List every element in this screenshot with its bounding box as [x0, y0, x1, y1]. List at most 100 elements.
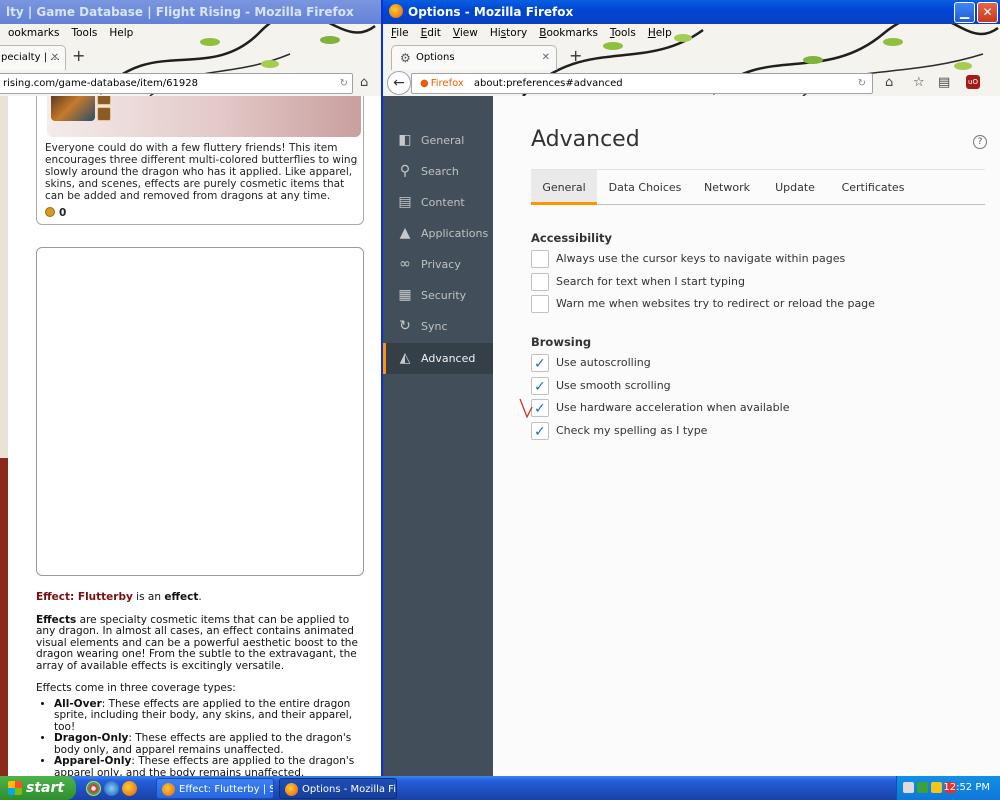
browsing-heading: Browsing [531, 335, 592, 349]
annotation-mark [519, 398, 533, 419]
reload-icon[interactable]: ↻ [340, 74, 348, 93]
left-window-title: lty | Game Database | Flight Rising - Mo… [6, 5, 354, 19]
clock[interactable]: 12:52 PM [943, 776, 990, 800]
game-database-page: Everyone could do with a few fluttery fr… [8, 96, 381, 776]
close-tab-icon[interactable]: ✕ [542, 46, 550, 70]
new-tab-button[interactable]: + [569, 45, 582, 67]
identity-label[interactable]: Firefox [431, 78, 464, 89]
taskbar-button-effect[interactable]: Effect: Flutterby | Sp... [156, 778, 274, 799]
effect-intro: Effect: Flutterby is an effect. [36, 591, 370, 604]
effect-word: effect [164, 591, 199, 603]
menu-file[interactable]: File [391, 24, 409, 42]
effect-name-link[interactable]: Effect: Flutterby [36, 591, 133, 603]
checkbox-box[interactable] [531, 354, 549, 374]
options-url-bar[interactable]: ● Firefox about:preferences#advanced ↻ [411, 73, 873, 94]
checkbox-spelling[interactable]: Check my spelling as I type [531, 421, 707, 442]
gear-icon: ⚙ [400, 51, 411, 65]
category-applications[interactable]: ▲ Applications [383, 218, 493, 249]
warning-icon[interactable] [931, 782, 942, 793]
menu-help[interactable]: Help [109, 24, 133, 42]
tab-options[interactable]: ⚙ Options ✕ [391, 45, 557, 70]
checkbox-smooth-scrolling[interactable]: Use smooth scrolling [531, 376, 671, 397]
left-page-content: Everyone could do with a few fluttery fr… [0, 96, 381, 776]
left-nav-bar: rising.com/game-database/item/61928 ↻ ⌂ [0, 70, 381, 96]
document-icon: ▤ [398, 194, 412, 210]
system-tray: 12:52 PM [896, 776, 1000, 800]
menu-help[interactable]: Help [648, 24, 672, 42]
category-sync[interactable]: ↻ Sync [383, 311, 493, 342]
category-advanced[interactable]: ◭ Advanced [383, 343, 493, 374]
options-window-title: Options - Mozilla Firefox [408, 5, 574, 19]
item-description: Everyone could do with a few fluttery fr… [45, 142, 358, 202]
tab-specialty[interactable]: pecialty | ... ✕ [0, 45, 66, 70]
checkbox-autoscrolling[interactable]: Use autoscrolling [531, 353, 651, 374]
left-title-bar[interactable]: lty | Game Database | Flight Rising - Mo… [0, 0, 381, 24]
chrome-icon[interactable] [86, 781, 101, 796]
menu-history[interactable]: History [490, 24, 527, 42]
menu-bookmarks[interactable]: ookmarks [8, 24, 59, 42]
item-mini-icon [97, 96, 111, 105]
advanced-tabs: General Data Choices Network Update Cert… [531, 169, 985, 205]
checkbox-cursor-keys[interactable]: Always use the cursor keys to navigate w… [531, 249, 845, 269]
shield-icon[interactable] [917, 782, 928, 793]
category-general[interactable]: ◧ General [383, 125, 493, 156]
list-item: All-Over: These effects are applied to t… [54, 698, 370, 734]
help-icon[interactable]: ? [973, 135, 987, 149]
checkbox-box[interactable] [531, 295, 549, 313]
checkbox-box[interactable] [531, 250, 549, 268]
tab-network[interactable]: Network [695, 170, 759, 205]
coverage-type: Dragon-Only [54, 732, 129, 744]
tab-data-choices[interactable]: Data Choices [603, 170, 687, 205]
bookmark-star-icon[interactable]: ☆ [913, 74, 925, 92]
tab-general[interactable]: General [531, 170, 597, 205]
checkbox-search-typing[interactable]: Search for text when I start typing [531, 272, 745, 292]
accessibility-heading: Accessibility [531, 231, 613, 245]
list-item: Dragon-Only: These effects are applied t… [54, 732, 370, 756]
checkbox-warn-redirect[interactable]: Warn me when websites try to redirect or… [531, 294, 875, 314]
taskbar-button-options[interactable]: Options - Mozilla Firefox [279, 778, 397, 799]
new-tab-button[interactable]: + [72, 45, 85, 67]
item-mini-icon [97, 107, 111, 121]
network-icon[interactable] [903, 782, 914, 793]
checkbox-box[interactable] [531, 399, 549, 419]
effect-article: Effect: Flutterby is an effect. Effects … [36, 591, 370, 776]
close-window-button[interactable]: ✕ [977, 2, 998, 23]
back-button[interactable]: ← [387, 71, 411, 95]
category-content[interactable]: ▤ Content [383, 187, 493, 218]
category-privacy[interactable]: ∞ Privacy [383, 249, 493, 280]
checkbox-box[interactable] [531, 273, 549, 291]
home-icon[interactable]: ⌂ [360, 74, 368, 92]
options-tab-strip: ⚙ Options ✕ + [383, 42, 1000, 70]
left-menu-bar: ookmarks Tools Help [0, 24, 133, 42]
category-security[interactable]: ▦ Security [383, 280, 493, 311]
ublock-icon[interactable]: uO [966, 75, 980, 89]
checkbox-hardware-acceleration[interactable]: Use hardware acceleration when available [531, 398, 789, 419]
menu-bookmarks[interactable]: Bookmarks [539, 24, 598, 42]
menu-view[interactable]: View [453, 24, 478, 42]
home-icon[interactable]: ⌂ [885, 74, 893, 92]
firefox-quicklaunch-icon[interactable] [122, 781, 137, 796]
menu-tools[interactable]: Tools [610, 24, 636, 42]
menu-edit[interactable]: Edit [421, 24, 441, 42]
checkbox-box[interactable] [531, 377, 549, 397]
tab-certificates[interactable]: Certificates [833, 170, 913, 205]
menu-tools[interactable]: Tools [71, 24, 97, 42]
switch-icon: ◧ [398, 132, 412, 148]
ie-icon[interactable] [104, 781, 119, 796]
tab-update[interactable]: Update [767, 170, 823, 205]
reading-list-icon[interactable]: ▤ [938, 74, 950, 92]
checkbox-label: Warn me when websites try to redirect or… [556, 297, 875, 310]
category-search[interactable]: ⚲ Search [383, 156, 493, 187]
list-item: Apparel-Only: These effects are applied … [54, 755, 370, 776]
start-button[interactable]: start [0, 776, 76, 800]
checkbox-box[interactable] [531, 422, 549, 442]
left-url-bar[interactable]: rising.com/game-database/item/61928 ↻ [0, 73, 353, 94]
checkbox-label: Search for text when I start typing [556, 275, 745, 288]
effect-intro-end: . [198, 591, 202, 603]
close-tab-icon[interactable]: ✕ [51, 46, 59, 70]
reload-icon[interactable]: ↻ [858, 74, 866, 93]
options-title-bar[interactable]: Options - Mozilla Firefox ▁ ✕ [383, 0, 1000, 24]
effect-intro-text: is an [132, 591, 165, 603]
minimize-button[interactable]: ▁ [954, 2, 975, 23]
effects-text: are specialty cosmetic items that can be… [36, 613, 358, 672]
